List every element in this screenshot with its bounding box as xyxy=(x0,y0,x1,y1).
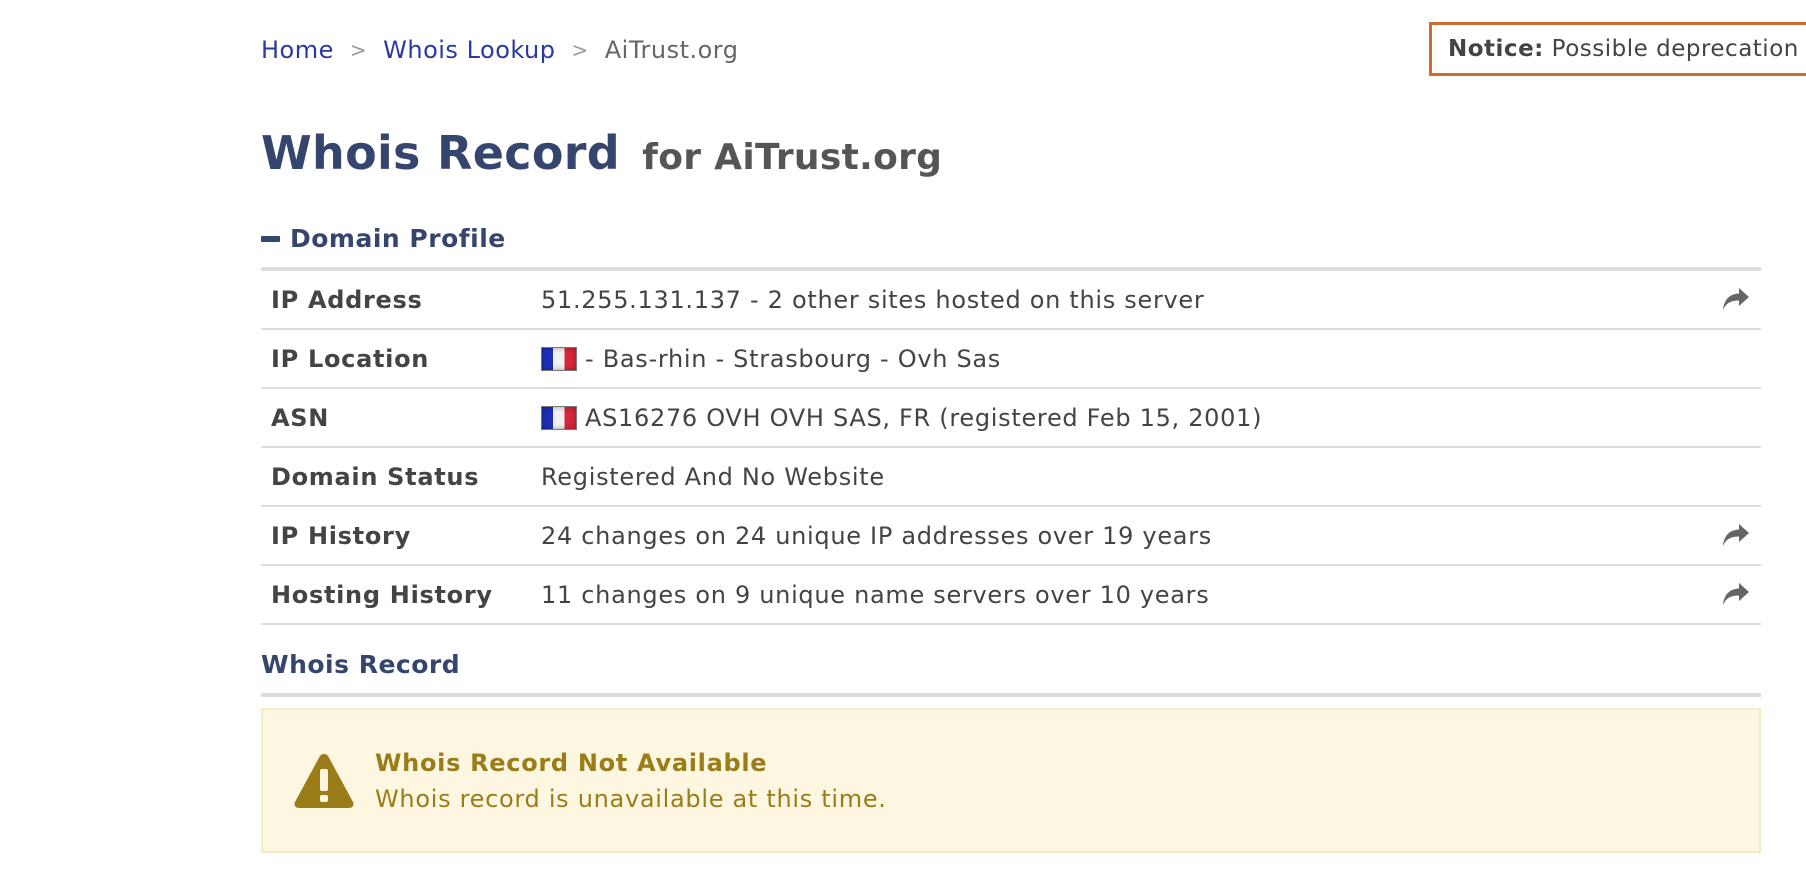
domain-profile-heading: Domain Profile xyxy=(290,224,506,253)
row-label: IP Location xyxy=(271,344,430,373)
breadcrumb-home-link[interactable]: Home xyxy=(261,36,334,64)
share-arrow-icon[interactable] xyxy=(1721,521,1751,549)
breadcrumb-separator: > xyxy=(349,38,368,62)
row-value: Registered And No Website xyxy=(541,463,885,491)
row-value: 11 changes on 9 unique name servers over… xyxy=(541,581,1209,609)
row-label: Domain Status xyxy=(271,462,480,491)
domain-profile-table: IP Address 51.255.131.137 - 2 other site… xyxy=(261,267,1761,625)
ip-location-value: - Bas-rhin - Strasbourg - Ovh Sas xyxy=(585,344,1002,373)
minus-icon xyxy=(261,235,280,242)
hosting-history-value: 11 changes on 9 unique name servers over… xyxy=(541,580,1210,609)
france-flag-icon xyxy=(541,405,577,430)
table-row: IP Address 51.255.131.137 - 2 other site… xyxy=(261,271,1761,330)
ip-address-value: 51.255.131.137 - 2 other sites hosted on… xyxy=(541,285,1205,314)
ip-history-value: 24 changes on 24 unique IP addresses ove… xyxy=(541,521,1212,550)
table-row: Hosting History 11 changes on 9 unique n… xyxy=(261,566,1761,625)
share-arrow-icon[interactable] xyxy=(1721,285,1751,313)
domain-profile-toggle[interactable]: Domain Profile xyxy=(261,224,506,253)
deprecation-notice[interactable]: Notice: Possible deprecation xyxy=(1429,22,1806,76)
row-value: - Bas-rhin - Strasbourg - Ovh Sas xyxy=(541,345,1001,373)
page: Home > Whois Lookup > AiTrust.org Notice… xyxy=(0,0,1806,884)
page-title: Whois Record for AiTrust.org xyxy=(261,126,942,180)
section-divider xyxy=(261,693,1761,697)
table-row: IP History 24 changes on 24 unique IP ad… xyxy=(261,507,1761,566)
page-title-main: Whois Record xyxy=(261,126,620,180)
share-arrow-icon[interactable] xyxy=(1721,580,1751,608)
asn-value: AS16276 OVH OVH SAS, FR (registered Feb … xyxy=(585,403,1263,432)
breadcrumb-whois-lookup-link[interactable]: Whois Lookup xyxy=(383,36,555,64)
row-value: 24 changes on 24 unique IP addresses ove… xyxy=(541,522,1212,550)
breadcrumb: Home > Whois Lookup > AiTrust.org xyxy=(261,36,738,64)
notice-label: Notice: xyxy=(1448,36,1544,62)
france-flag-icon xyxy=(541,346,577,371)
table-row: Domain Status Registered And No Website xyxy=(261,448,1761,507)
row-value: 51.255.131.137 - 2 other sites hosted on… xyxy=(541,286,1204,314)
breadcrumb-separator: > xyxy=(571,38,589,62)
alert-text: Whois Record Not Available Whois record … xyxy=(375,745,887,817)
page-title-domain: for AiTrust.org xyxy=(642,137,943,178)
breadcrumb-current: AiTrust.org xyxy=(604,36,739,64)
row-label: ASN xyxy=(271,403,330,432)
whois-record-heading: Whois Record xyxy=(261,650,461,679)
table-row: IP Location - Bas-rhin - Strasbourg - Ov… xyxy=(261,330,1761,389)
table-row: ASN AS16276 OVH OVH SAS, FR (registered … xyxy=(261,389,1761,448)
whois-unavailable-alert: Whois Record Not Available Whois record … xyxy=(261,708,1761,853)
row-label: Hosting History xyxy=(271,580,493,609)
row-label: IP Address xyxy=(271,285,423,314)
row-label: IP History xyxy=(271,521,411,550)
alert-title: Whois Record Not Available xyxy=(375,748,768,777)
row-value: AS16276 OVH OVH SAS, FR (registered Feb … xyxy=(541,404,1262,432)
warning-triangle-icon xyxy=(294,753,354,808)
domain-status-value: Registered And No Website xyxy=(541,462,885,491)
notice-text: Possible deprecation xyxy=(1551,36,1799,62)
alert-message: Whois record is unavailable at this time… xyxy=(375,784,887,813)
